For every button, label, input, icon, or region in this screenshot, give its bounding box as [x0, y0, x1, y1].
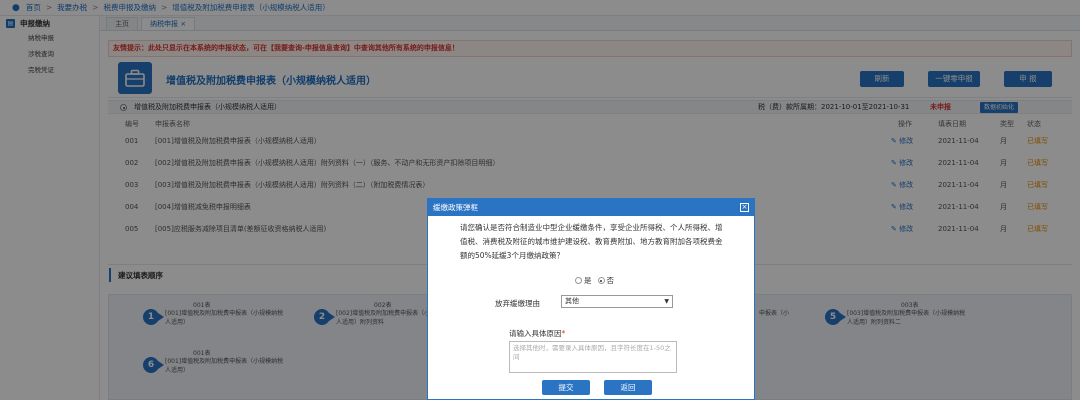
- reason-select-label: 放弃缓缴理由: [495, 299, 540, 308]
- close-icon[interactable]: ×: [740, 203, 749, 212]
- dialog-message: 请您确认是否符合制造业中型企业缓缴条件，享受企业所得税、个人所得税、增值税、消费…: [460, 223, 723, 260]
- required-mark: *: [561, 329, 566, 338]
- chevron-down-icon: ▼: [664, 298, 669, 305]
- reason-label-text: 请输入具体原因: [509, 329, 562, 338]
- eligibility-radio-group: 是 否: [575, 275, 620, 286]
- dialog-title: 缓缴政策弹框: [433, 203, 478, 212]
- radio-no[interactable]: [597, 277, 605, 284]
- deferral-policy-dialog: 缓缴政策弹框 × 请您确认是否符合制造业中型企业缓缴条件，享受企业所得税、个人所…: [427, 198, 755, 400]
- radio-yes[interactable]: [575, 277, 582, 284]
- reason-select-value: 其他: [565, 297, 579, 305]
- reason-textarea[interactable]: 选择其他时，需要录入具体原因，且字符长度在1-50之间: [509, 341, 677, 373]
- reason-select[interactable]: 其他 ▼: [561, 295, 673, 308]
- reason-input-label: 请输入具体原因*: [509, 328, 565, 339]
- submit-button[interactable]: 提交: [542, 380, 590, 395]
- radio-no-label: 否: [606, 276, 615, 285]
- dialog-titlebar: 缓缴政策弹框 ×: [428, 199, 754, 216]
- back-button[interactable]: 返回: [604, 380, 652, 395]
- radio-yes-label: 是: [584, 276, 592, 285]
